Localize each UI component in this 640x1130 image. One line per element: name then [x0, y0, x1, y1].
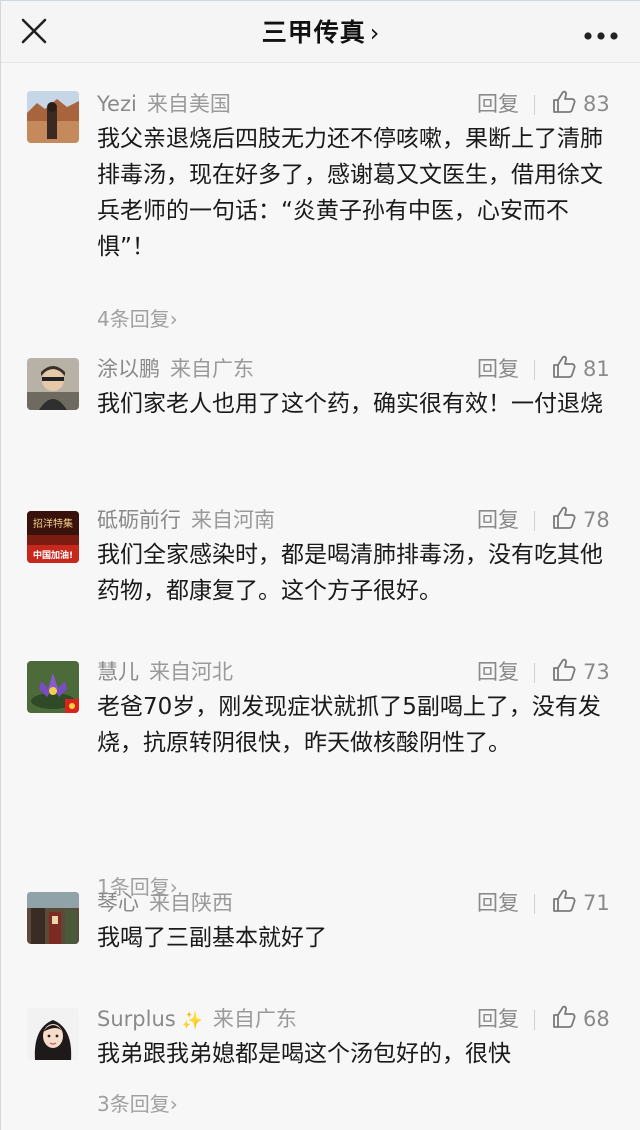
like-count: 73: [583, 660, 610, 684]
divider: [534, 511, 535, 531]
username[interactable]: 涂以鹏: [97, 357, 160, 381]
thumbs-up-icon: [553, 90, 576, 113]
avatar-image: [27, 91, 79, 143]
divider: [534, 1010, 535, 1030]
username[interactable]: 慧儿: [97, 660, 139, 684]
like-button[interactable]: 78: [551, 505, 610, 535]
like-count: 78: [583, 508, 610, 532]
like-button[interactable]: 83: [551, 89, 610, 119]
top-bar: 三甲传真 ›: [1, 1, 640, 63]
divider: [534, 360, 535, 380]
username[interactable]: 琴心: [97, 891, 139, 915]
comment-text: 我们家老人也用了这个药，确实很有效！一付退烧: [97, 391, 603, 417]
comment-text: 老爸70岁，刚发现症状就抓了5副喝上了，没有发烧，抗原转阴很快，昨天做核酸阴性了…: [97, 694, 601, 756]
comment-list[interactable]: Yezi 来自美国 回复 83 我父亲退烧后四肢无力还不停咳嗽，果断上了清肺排毒汤…: [1, 63, 640, 1130]
username[interactable]: Surplus: [97, 1007, 176, 1031]
like-button[interactable]: 81: [551, 354, 610, 384]
comment-meta: 砥砺前行 来自河南: [97, 505, 275, 535]
divider: [534, 894, 535, 914]
like-button[interactable]: 73: [551, 657, 610, 687]
location-label: 来自广东: [170, 357, 254, 381]
avatar-image: [27, 661, 79, 713]
comment-text: 我弟跟我弟媳都是喝这个汤包好的，很快: [97, 1041, 511, 1067]
avatar[interactable]: [27, 91, 79, 143]
divider: [534, 95, 535, 115]
like-button[interactable]: 68: [551, 1004, 610, 1034]
view-replies-link[interactable]: 3条回复›: [97, 1088, 178, 1117]
like-count: 68: [583, 1007, 610, 1031]
reply-button[interactable]: 回复: [477, 657, 519, 687]
reply-button[interactable]: 回复: [477, 505, 519, 535]
like-count: 71: [583, 891, 610, 915]
avatar[interactable]: [27, 661, 79, 713]
comment-meta: 琴心 来自陕西: [97, 888, 233, 918]
like-count: 83: [583, 92, 610, 116]
reply-button[interactable]: 回复: [477, 888, 519, 918]
location-label: 来自广东: [212, 1007, 297, 1031]
comment-meta: Surplus ✨ 来自广东: [97, 1004, 297, 1034]
thumbs-up-icon: [553, 355, 576, 378]
thumbs-up-icon: [553, 889, 576, 912]
avatar-image: [27, 358, 79, 410]
thumbs-up-icon: [553, 1005, 576, 1028]
comment-text: 我喝了三副基本就好了: [97, 925, 327, 951]
avatar-image: [27, 892, 79, 944]
location-label: 来自陕西: [149, 891, 233, 915]
avatar-sign-text: 招洋特集: [33, 517, 73, 530]
page-title-link[interactable]: 三甲传真 ›: [1, 13, 640, 49]
thumbs-up-icon: [553, 658, 576, 681]
reply-button[interactable]: 回复: [477, 89, 519, 119]
comment-meta: 涂以鹏 来自广东: [97, 354, 254, 384]
like-button[interactable]: 71: [551, 888, 610, 918]
thumbs-up-icon: [553, 506, 576, 529]
like-count: 81: [583, 357, 610, 381]
app-frame: 三甲传真 › Yezi 来自美国 回复 83 我父亲退烧后四肢无力还不停咳嗽，果…: [0, 0, 640, 1130]
username[interactable]: Yezi: [97, 92, 137, 116]
avatar-image: [27, 1008, 79, 1060]
sparkle-emoji: ✨: [181, 1011, 203, 1031]
more-button[interactable]: [583, 26, 619, 40]
comment-text: 我父亲退烧后四肢无力还不停咳嗽，果断上了清肺排毒汤，现在好多了，感谢葛又文医生，…: [97, 126, 603, 260]
avatar[interactable]: [27, 1008, 79, 1060]
page-title: 三甲传真: [261, 18, 366, 47]
comment-meta: Yezi 来自美国: [97, 89, 231, 119]
chevron-right-icon: ›: [369, 19, 381, 47]
view-replies-link[interactable]: 4条回复›: [97, 303, 178, 332]
location-label: 来自河北: [149, 660, 233, 684]
more-dots-icon: [584, 32, 618, 40]
reply-button[interactable]: 回复: [477, 354, 519, 384]
reply-button[interactable]: 回复: [477, 1004, 519, 1034]
comment-meta: 慧儿 来自河北: [97, 657, 233, 687]
location-label: 来自美国: [146, 92, 231, 116]
comment-text: 我们全家感染时，都是喝清肺排毒汤，没有吃其他药物，都康复了。这个方子很好。: [97, 542, 603, 604]
username[interactable]: 砥砺前行: [97, 508, 181, 532]
avatar-banner-text: 中国加油!: [33, 549, 73, 561]
location-label: 来自河南: [191, 508, 275, 532]
avatar[interactable]: 招洋特集 中国加油!: [27, 511, 79, 563]
avatar-image: 招洋特集 中国加油!: [27, 511, 79, 563]
avatar[interactable]: [27, 892, 79, 944]
avatar[interactable]: [27, 358, 79, 410]
divider: [534, 663, 535, 683]
